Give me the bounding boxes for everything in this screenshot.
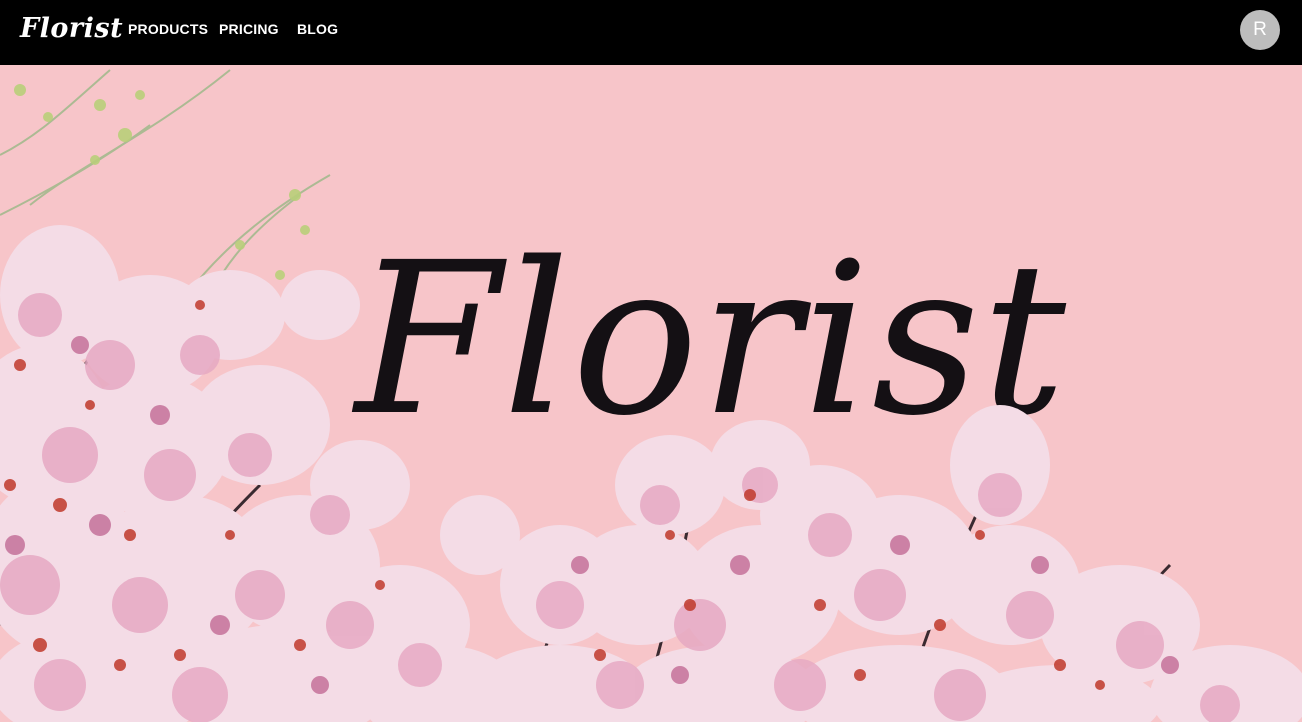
page: Florist PRODUCTS PRICING BLOG R Florist [0, 0, 1302, 722]
top-navbar: Florist PRODUCTS PRICING BLOG R [0, 0, 1302, 65]
nav-link-products[interactable]: PRODUCTS [128, 20, 208, 38]
hero-title: Florist [355, 217, 1069, 462]
brand-logo[interactable]: Florist [20, 10, 123, 48]
user-avatar[interactable]: R [1240, 10, 1280, 50]
nav-link-blog[interactable]: BLOG [297, 20, 338, 38]
hero-banner: Florist [0, 65, 1302, 722]
nav-link-pricing[interactable]: PRICING [219, 20, 279, 38]
